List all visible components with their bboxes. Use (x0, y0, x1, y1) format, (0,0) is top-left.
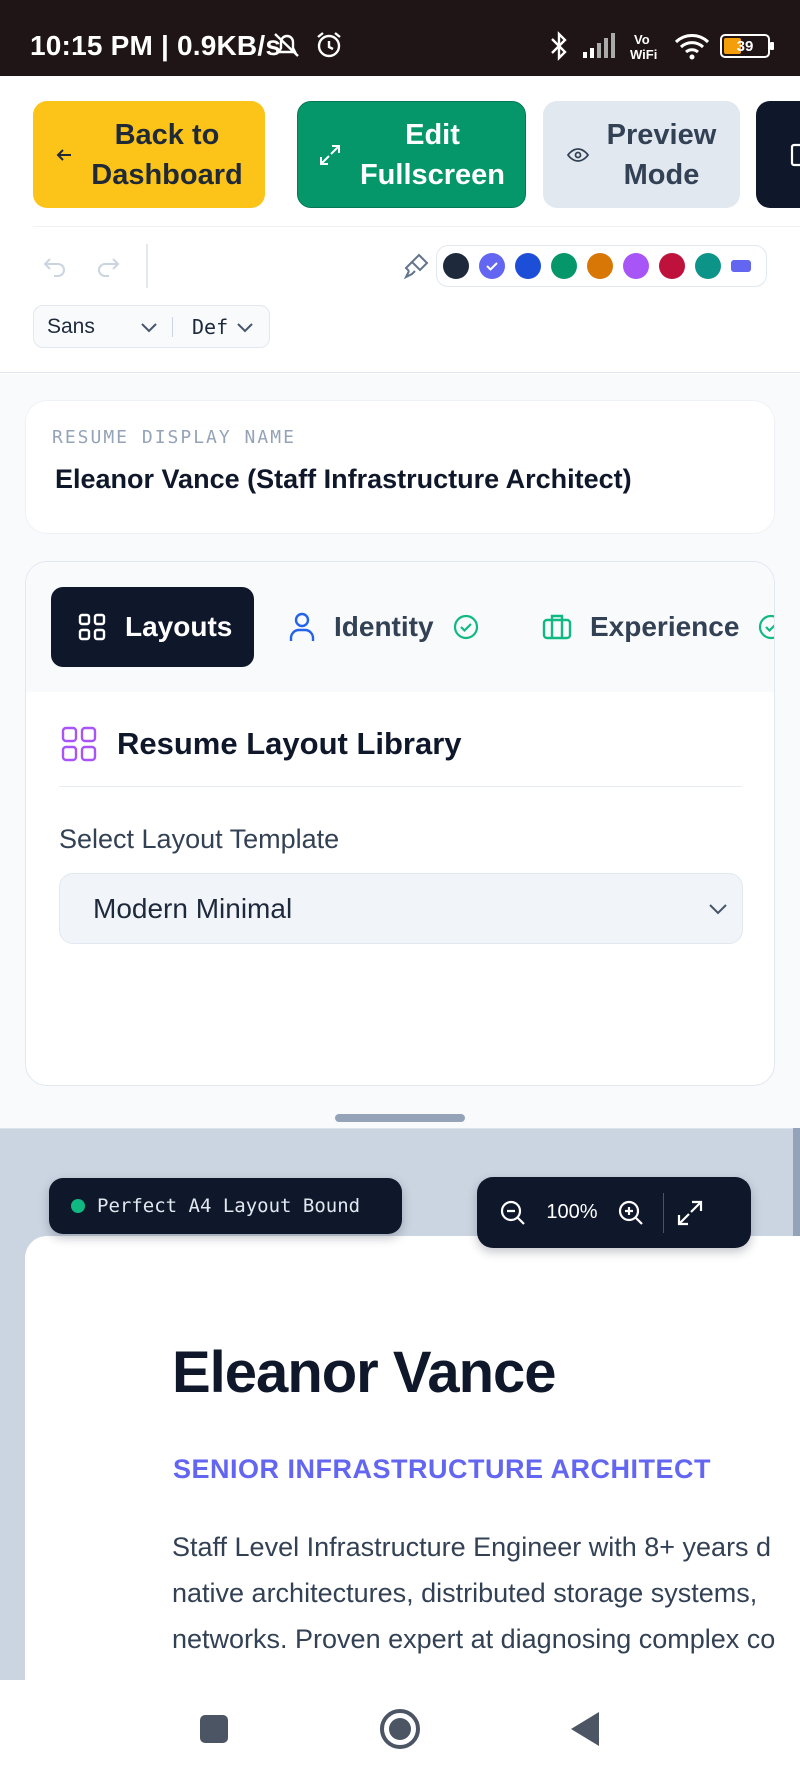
chevron-down-icon (141, 322, 157, 332)
editor-main: RESUME DISPLAY NAME Eleanor Vance (Staff… (0, 374, 800, 1128)
status-dot (71, 1199, 85, 1213)
recents-button[interactable] (200, 1715, 228, 1743)
color-swatch[interactable] (659, 253, 685, 279)
signal-icon (583, 33, 615, 58)
tab-experience-label: Experience (590, 611, 740, 642)
font-selector: Sans Def (33, 305, 270, 348)
check-circle-icon (759, 614, 774, 640)
briefcase-icon (542, 614, 572, 640)
color-swatch[interactable] (515, 253, 541, 279)
fullscreen-icon[interactable] (676, 1199, 704, 1227)
svg-text:Vo: Vo (634, 32, 650, 47)
section-tabs: Layouts Identity Experience (26, 562, 774, 692)
toolbar-divider (33, 226, 800, 227)
back-to-dashboard-label: Back to Dashboard (91, 118, 243, 191)
color-swatch[interactable] (443, 253, 469, 279)
font-size-value: Def (192, 314, 229, 339)
battery-icon: 39 (720, 34, 774, 58)
svg-text:WiFi: WiFi (630, 47, 657, 62)
panel-title-text: Resume Layout Library (117, 726, 462, 761)
editor-toolbar: Back to Dashboard Edit Fullscreen Previe… (0, 76, 800, 373)
tab-layouts[interactable]: Layouts (51, 587, 254, 667)
edit-fullscreen-button[interactable]: Edit Fullscreen (297, 101, 526, 208)
preview-top-border (0, 1128, 800, 1129)
zoom-out-icon[interactable] (499, 1199, 527, 1227)
grid-icon (78, 613, 106, 641)
undo-icon (43, 258, 65, 277)
color-swatch[interactable] (551, 253, 577, 279)
font-size-select[interactable]: Def (173, 315, 269, 339)
a4-status-text: Perfect A4 Layout Bound (97, 1195, 361, 1217)
chevron-down-icon (237, 322, 253, 332)
check-circle-icon (453, 614, 478, 640)
tab-layouts-label: Layouts (125, 611, 233, 642)
back-button[interactable] (571, 1712, 599, 1746)
zoom-separator (663, 1192, 664, 1233)
tab-identity[interactable]: Identity (288, 587, 480, 667)
a4-status-badge: Perfect A4 Layout Bound (49, 1178, 402, 1234)
layout-grid-icon (61, 726, 97, 762)
resume-preview: Perfect A4 Layout Bound 100% Eleanor Van… (0, 1128, 800, 1680)
undo-button[interactable] (35, 246, 75, 286)
bluetooth-icon (551, 31, 567, 61)
preview-mode-button[interactable]: Preview Mode (543, 101, 740, 208)
check-icon (486, 262, 498, 271)
wifi-icon (674, 34, 710, 60)
chevron-down-icon (709, 903, 727, 914)
redo-button[interactable] (88, 246, 128, 286)
color-swatch[interactable] (731, 260, 751, 272)
zoom-level: 100% (546, 1201, 598, 1223)
zoom-in-icon[interactable] (617, 1199, 645, 1227)
layout-template-select[interactable]: Modern Minimal (59, 873, 743, 944)
summary-line: native architectures, distributed storag… (172, 1578, 758, 1608)
color-swatch[interactable] (623, 253, 649, 279)
edit-fullscreen-label: Edit Fullscreen (359, 118, 506, 191)
color-swatch[interactable] (479, 253, 505, 279)
resize-handle[interactable] (335, 1114, 465, 1122)
resume-display-name-caption: RESUME DISPLAY NAME (52, 427, 296, 448)
tab-identity-label: Identity (334, 611, 434, 642)
resume-summary: Staff Level Infrastructure Engineer with… (172, 1524, 800, 1662)
resume-display-name-field[interactable]: Eleanor Vance (Staff Infrastructure Arch… (55, 464, 632, 495)
color-palette (436, 245, 767, 287)
status-time: 10:15 PM | 0.9KB/s (30, 30, 282, 61)
resume-name-card: RESUME DISPLAY NAME Eleanor Vance (Staff… (25, 400, 775, 534)
paint-brush-icon (403, 253, 429, 280)
panel-divider (59, 786, 742, 787)
resume-name: Eleanor Vance (172, 1340, 557, 1405)
section-editor: Layouts Identity Experience Resume Layou… (25, 561, 775, 1086)
status-bar: 10:15 PM | 0.9KB/s Vo WiFi 39 (0, 0, 800, 76)
panel-title: Resume Layout Library (61, 726, 462, 762)
preview-mode-label: Preview Mode (606, 118, 717, 191)
back-to-dashboard-button[interactable]: Back to Dashboard (33, 101, 265, 208)
arrow-left-icon (56, 148, 72, 161)
layout-template-value: Modern Minimal (93, 892, 293, 924)
export-icon (790, 143, 800, 166)
android-nav-bar (0, 1680, 800, 1778)
system-icons: Vo WiFi 39 (546, 28, 774, 64)
resume-title: SENIOR INFRASTRUCTURE ARCHITECT (173, 1454, 711, 1484)
summary-line: networks. Proven expert at diagnosing co… (172, 1624, 776, 1654)
vowifi-icon: Vo WiFi (630, 32, 657, 62)
font-family-select[interactable]: Sans (34, 315, 172, 339)
redo-icon (98, 258, 120, 277)
tab-experience[interactable]: Experience (542, 587, 774, 667)
zoom-controls: 100% (477, 1177, 751, 1248)
user-icon (289, 612, 315, 641)
color-swatch[interactable] (695, 253, 721, 279)
toolbar-separator (146, 244, 148, 288)
layout-select-label: Select Layout Template (59, 824, 340, 854)
theme-brush-button[interactable] (396, 246, 436, 286)
eye-icon (566, 147, 589, 162)
color-swatch[interactable] (587, 253, 613, 279)
mute-bell-icon (274, 33, 299, 57)
home-button[interactable] (380, 1709, 420, 1749)
font-family-value: Sans (47, 314, 95, 338)
expand-icon (319, 144, 340, 165)
export-button[interactable] (756, 101, 800, 208)
summary-line: Staff Level Infrastructure Engineer with… (172, 1532, 772, 1562)
alarm-icon (317, 32, 341, 58)
